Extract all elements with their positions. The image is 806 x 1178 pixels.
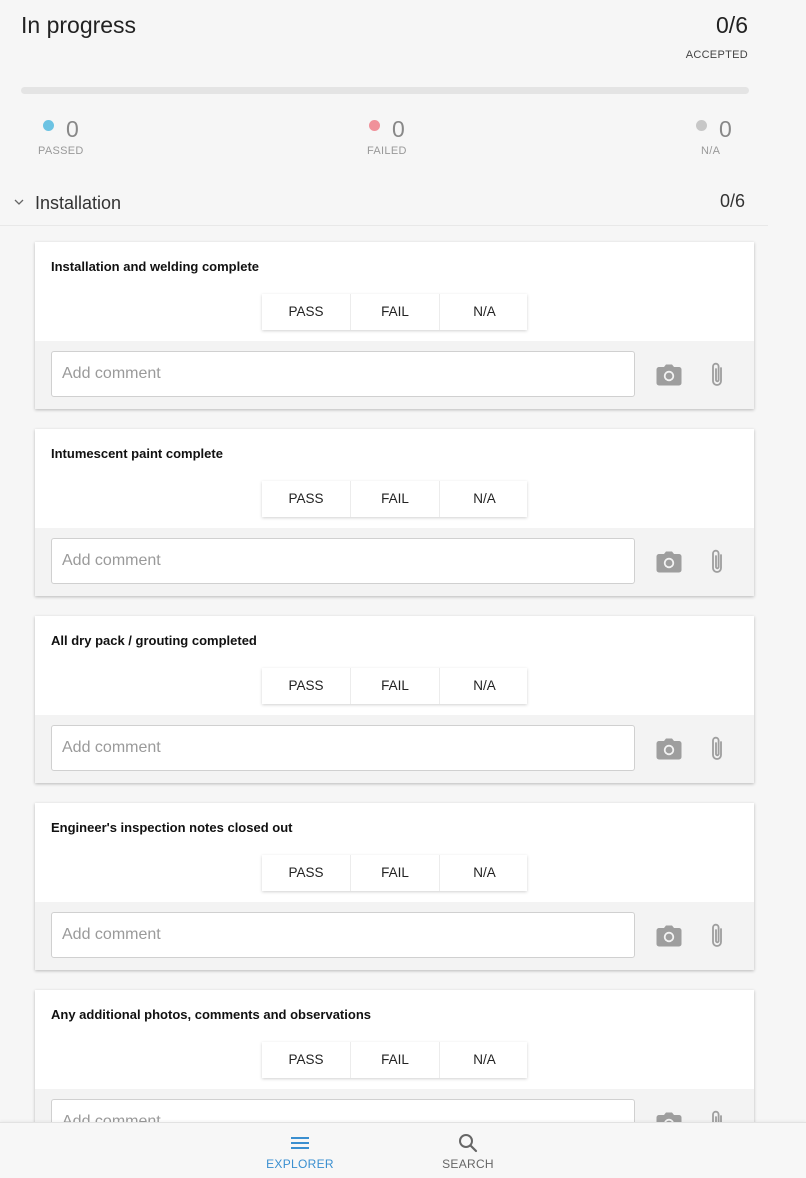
result-selector: PASS FAIL N/A xyxy=(262,294,527,330)
na-button[interactable]: N/A xyxy=(440,668,529,704)
pass-button[interactable]: PASS xyxy=(262,668,351,704)
result-selector: PASS FAIL N/A xyxy=(262,855,527,891)
checklist-item-title: Installation and welding complete xyxy=(51,259,260,274)
paperclip-icon[interactable] xyxy=(708,361,726,389)
checklist-item-title: Intumescent paint complete xyxy=(51,446,223,461)
na-button[interactable]: N/A xyxy=(440,855,529,891)
fail-button[interactable]: FAIL xyxy=(351,481,440,517)
nav-search-label: SEARCH xyxy=(442,1157,494,1171)
fail-button[interactable]: FAIL xyxy=(351,294,440,330)
section-title: Installation xyxy=(35,193,122,213)
na-label: N/A xyxy=(701,145,721,157)
camera-icon[interactable] xyxy=(656,364,682,386)
status-title: In progress xyxy=(21,12,137,38)
section-count: 0/6 xyxy=(719,191,745,211)
comment-input[interactable] xyxy=(51,725,635,771)
pass-button[interactable]: PASS xyxy=(262,1042,351,1078)
search-icon xyxy=(459,1134,478,1153)
comment-area xyxy=(35,715,754,783)
failed-label: FAILED xyxy=(367,145,407,157)
nav-search[interactable]: SEARCH xyxy=(423,1123,513,1178)
na-button[interactable]: N/A xyxy=(440,294,529,330)
nav-explorer[interactable]: EXPLORER xyxy=(255,1123,345,1178)
result-selector: PASS FAIL N/A xyxy=(262,668,527,704)
nav-explorer-label: EXPLORER xyxy=(266,1157,334,1171)
paperclip-icon[interactable] xyxy=(708,548,726,576)
checklist-item-card: Intumescent paint complete PASS FAIL N/A xyxy=(35,429,754,596)
camera-icon[interactable] xyxy=(656,551,682,573)
camera-icon[interactable] xyxy=(656,925,682,947)
comment-area xyxy=(35,902,754,970)
pass-button[interactable]: PASS xyxy=(262,294,351,330)
pass-button[interactable]: PASS xyxy=(262,481,351,517)
comment-input[interactable] xyxy=(51,351,635,397)
na-button[interactable]: N/A xyxy=(440,481,529,517)
checklist-item-title: Any additional photos, comments and obse… xyxy=(51,1007,371,1022)
na-dot-icon xyxy=(696,120,707,131)
passed-count: 0 xyxy=(66,116,79,142)
section-header-installation[interactable]: Installation 0/6 xyxy=(0,180,768,226)
progress-summary: In progress 0/6 ACCEPTED 0 PASSED 0 FAIL… xyxy=(0,0,768,180)
checklist-item-title: All dry pack / grouting completed xyxy=(51,633,257,648)
paperclip-icon[interactable] xyxy=(708,922,726,950)
checklist-item-card: Installation and welding complete PASS F… xyxy=(35,242,754,409)
inspection-screen: In progress 0/6 ACCEPTED 0 PASSED 0 FAIL… xyxy=(0,0,806,1178)
comment-area xyxy=(35,341,754,409)
accepted-label: ACCEPTED xyxy=(685,49,748,61)
fail-button[interactable]: FAIL xyxy=(351,1042,440,1078)
failed-dot-icon xyxy=(369,120,380,131)
na-button[interactable]: N/A xyxy=(440,1042,529,1078)
result-selector: PASS FAIL N/A xyxy=(262,1042,527,1078)
fail-button[interactable]: FAIL xyxy=(351,668,440,704)
passed-dot-icon xyxy=(43,120,54,131)
comment-area xyxy=(35,528,754,596)
paperclip-icon[interactable] xyxy=(708,735,726,763)
bottom-navigation: EXPLORER SEARCH xyxy=(0,1122,806,1178)
result-selector: PASS FAIL N/A xyxy=(262,481,527,517)
checklist-item-card: All dry pack / grouting completed PASS F… xyxy=(35,616,754,783)
fail-button[interactable]: FAIL xyxy=(351,855,440,891)
accepted-count: 0/6 xyxy=(716,12,748,38)
na-count: 0 xyxy=(719,116,732,142)
checklist-item-title: Engineer's inspection notes closed out xyxy=(51,820,293,835)
comment-input[interactable] xyxy=(51,538,635,584)
checklist-item-card: Engineer's inspection notes closed out P… xyxy=(35,803,754,970)
comment-input[interactable] xyxy=(51,912,635,958)
menu-icon xyxy=(291,1137,309,1149)
camera-icon[interactable] xyxy=(656,738,682,760)
chevron-down-icon[interactable] xyxy=(13,196,25,208)
progress-bar xyxy=(21,87,749,94)
passed-label: PASSED xyxy=(38,145,84,157)
pass-button[interactable]: PASS xyxy=(262,855,351,891)
failed-count: 0 xyxy=(392,116,405,142)
